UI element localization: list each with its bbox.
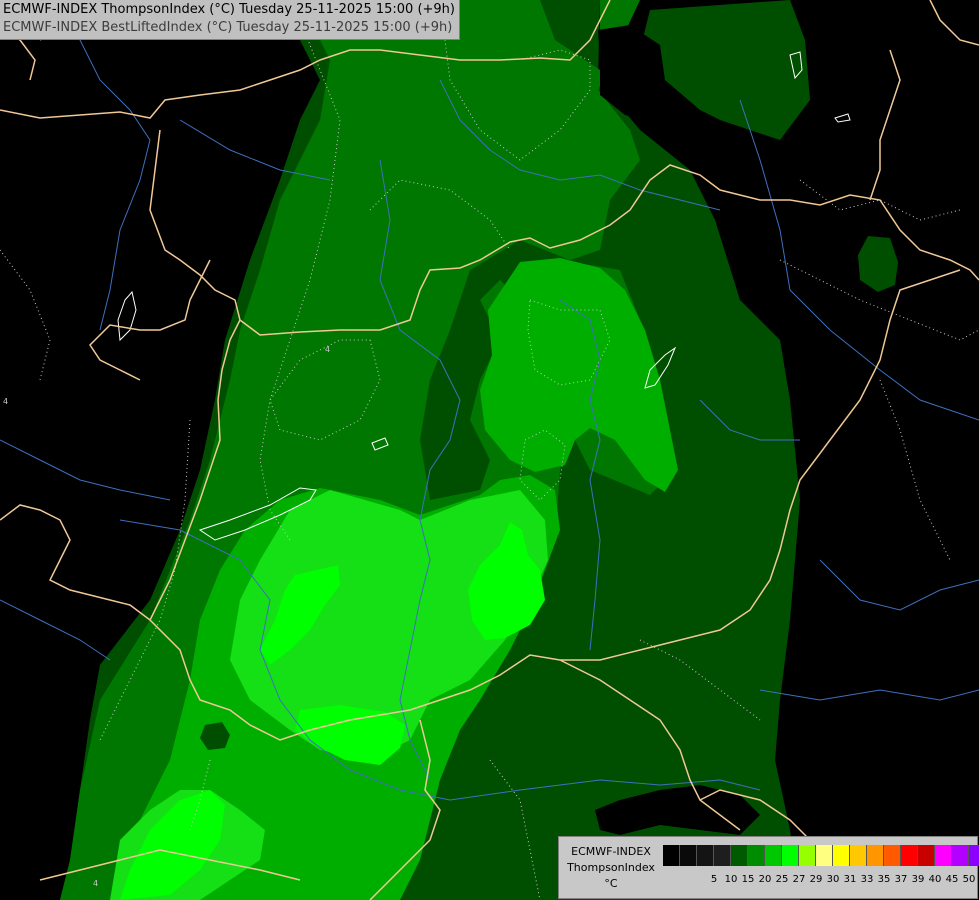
legend-swatch (969, 845, 979, 866)
svg-text:4: 4 (3, 397, 8, 406)
legend-swatch (680, 845, 697, 866)
legend-swatch (833, 845, 850, 866)
legend-tick: 35 (877, 874, 891, 885)
legend-swatch (816, 845, 833, 866)
legend-swatch (935, 845, 952, 866)
legend-tick: 25 (775, 874, 789, 885)
legend-variable: ThompsonIndex (567, 861, 655, 874)
thompson-index-title: ECMWF-INDEX ThompsonIndex (°C) Tuesday 2… (3, 2, 455, 17)
legend-swatch (731, 845, 748, 866)
legend-swatch (867, 845, 884, 866)
legend-swatch (901, 845, 918, 866)
legend-tick: 50 (962, 874, 976, 885)
legend-swatch (697, 845, 714, 866)
legend-tick: 20 (758, 874, 772, 885)
legend-tick: 31 (843, 874, 857, 885)
legend-tick: 27 (792, 874, 806, 885)
legend-swatch (918, 845, 935, 866)
weather-map: 4 4 4 (0, 0, 979, 900)
legend-swatch (748, 845, 765, 866)
legend-swatch (782, 845, 799, 866)
legend-swatch (714, 845, 731, 866)
legend-swatch (884, 845, 901, 866)
map-title-box: ECMWF-INDEX ThompsonIndex (°C) Tuesday 2… (0, 0, 460, 40)
legend-tick: 15 (741, 874, 755, 885)
legend-swatch (850, 845, 867, 866)
legend-unit: °C (604, 877, 618, 890)
legend-swatch (765, 845, 782, 866)
legend-swatches (663, 845, 979, 866)
legend-swatch (663, 845, 680, 866)
svg-text:4: 4 (325, 345, 330, 354)
legend-tick-labels: 51015202527293031333537394045505560 (663, 874, 976, 888)
legend-source: ECMWF-INDEX (571, 845, 651, 858)
legend-tick: 40 (928, 874, 942, 885)
svg-text:4: 4 (93, 879, 98, 888)
legend-tick: 10 (724, 874, 738, 885)
lifted-index-title: ECMWF-INDEX BestLiftedIndex (°C) Tuesday… (3, 20, 453, 35)
legend-tick: 39 (911, 874, 925, 885)
legend-tick: 45 (945, 874, 959, 885)
legend-tick: 33 (860, 874, 874, 885)
color-legend: ECMWF-INDEX ThompsonIndex °C 5 10 15 20 25 27… (558, 836, 979, 899)
legend-swatch (799, 845, 816, 866)
legend-swatch (952, 845, 969, 866)
legend-tick: 30 (826, 874, 840, 885)
legend-tick: 37 (894, 874, 908, 885)
legend-tick: 5 (710, 874, 718, 885)
legend-tick: 29 (809, 874, 823, 885)
